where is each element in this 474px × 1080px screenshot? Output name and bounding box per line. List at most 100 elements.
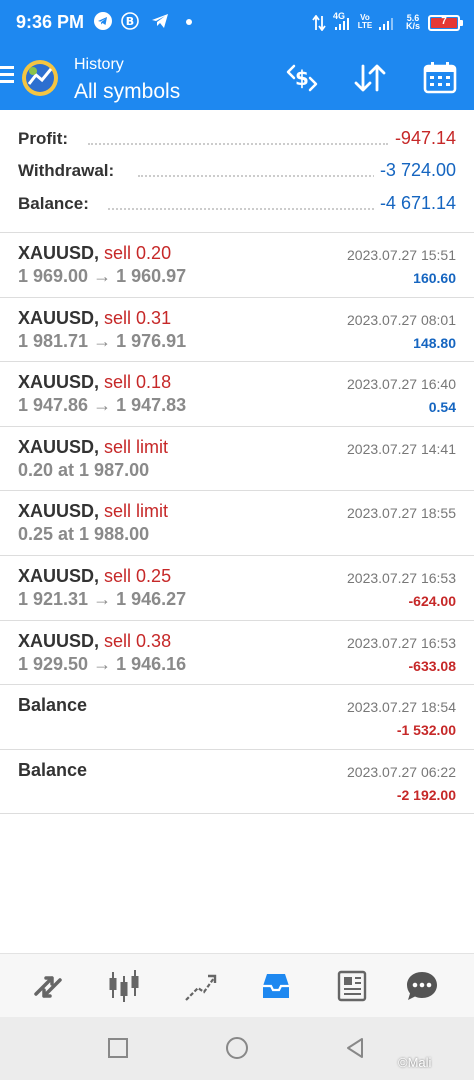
deal-row[interactable]: XAUUSD, sell 0.31 1 981.71 → 1 976.91 20… [0,298,474,363]
order-symbol: XAUUSD, [18,501,100,522]
status-time: 9:36 PM [16,12,85,32]
order-date: 2023.07.27 14:41 [347,440,456,457]
home-icon[interactable] [225,1036,249,1060]
system-navigation-bar: ©Mali [0,1017,474,1080]
deal-row[interactable]: XAUUSD, sell 0.25 1 921.31 → 1 946.27 20… [0,556,474,621]
withdrawal-label: Withdrawal: [18,161,121,181]
order-row[interactable]: XAUUSD, sell limit 0.25 at 1 988.00 2023… [0,491,474,556]
deal-prices: 1 947.86 → 1 947.83 [18,395,187,416]
deal-type: sell 0.20 [104,243,172,263]
recent-apps-icon[interactable] [107,1037,129,1059]
net-label-2: Vo LTE [357,13,373,30]
back-icon[interactable] [344,1037,366,1059]
order-symbol: XAUUSD, [18,436,100,457]
balance-operation-amount: -2 192.00 [396,786,456,803]
bottom-navigation [0,953,474,1017]
deal-row[interactable]: XAUUSD, sell 0.20 1 969.00 → 1 960.97 20… [0,233,474,298]
balance-operation-label: Balance [18,695,88,716]
currency-swap-icon[interactable]: $ [284,62,320,94]
profit-row: Profit: -947.14 [18,125,456,155]
notification-dot-icon [186,19,192,25]
battery-icon: 7 [428,15,463,31]
trade-icon[interactable] [182,968,218,1004]
deal-profit: 160.60 [413,270,456,286]
net-speed: 5.6 K/s [404,14,422,31]
deal-prices: 1 929.50 → 1 946.16 [18,653,187,674]
watermark: ©Mali [398,1055,432,1070]
order-row[interactable]: XAUUSD, sell limit 0.20 at 1 987.00 2023… [0,427,474,492]
deal-type: sell 0.18 [104,372,172,393]
balance-label: Balance: [18,194,95,214]
deal-profit: -633.08 [408,657,456,674]
signal-2-icon [379,18,393,30]
deal-date: 2023.07.27 15:51 [347,247,456,263]
balance-operation-date: 2023.07.27 18:54 [347,699,456,716]
deal-date: 2023.07.27 08:01 [347,311,456,328]
order-volume-price: 0.20 at 1 987.00 [18,459,150,480]
deal-prices: 1 981.71 → 1 976.91 [18,330,187,351]
history-list: XAUUSD, sell 0.20 1 969.00 → 1 960.97 20… [0,233,474,815]
menu-icon[interactable] [0,66,14,86]
order-type: sell limit [104,436,169,457]
balance-operation-date: 2023.07.27 06:22 [347,763,456,780]
app-header: History All symbols $ [0,44,474,110]
send-icon [152,14,168,28]
deal-symbol: XAUUSD, [18,565,100,586]
svg-text:$: $ [295,66,309,90]
balance-row: Balance: -4 671.14 [18,190,456,220]
history-icon[interactable] [258,968,294,1004]
deal-symbol: XAUUSD, [18,243,100,263]
summary-panel: Profit: -947.14 Withdrawal: -3 724.00 Ba… [0,110,474,233]
profit-value: -947.14 [388,128,456,149]
withdrawal-value: -3 724.00 [373,160,456,181]
deal-row[interactable]: XAUUSD, sell 0.18 1 947.86 → 1 947.83 20… [0,362,474,427]
deal-date: 2023.07.27 16:40 [347,376,456,393]
withdrawal-row: Withdrawal: -3 724.00 [18,157,456,187]
profit-label: Profit: [18,129,75,149]
battery-level: 7 [441,16,447,27]
sort-icon[interactable] [352,62,388,94]
deal-symbol: XAUUSD, [18,372,100,393]
deal-profit: 148.80 [413,334,456,351]
data-arrows-icon [312,15,326,31]
deal-title: XAUUSD, sell 0.38 [18,631,171,652]
status-bar: 9:36 PM B 4G Vo LTE 5.6 K/s 7 [0,0,474,44]
deal-row[interactable]: XAUUSD, sell 0.38 1 929.50 → 1 946.16 20… [0,621,474,686]
news-icon[interactable] [334,968,370,1004]
b-app-icon: B [121,12,139,30]
deal-profit: -624.00 [408,592,456,609]
deal-symbol: XAUUSD, [18,630,100,651]
chat-icon[interactable] [404,968,440,1004]
deal-title: XAUUSD, sell 0.20 [18,243,171,264]
order-date: 2023.07.27 18:55 [347,505,456,522]
balance-value: -4 671.14 [373,193,456,214]
deal-profit: 0.54 [428,399,456,416]
balance-operation-label: Balance [18,759,88,780]
signal-icon [335,18,349,30]
deal-date: 2023.07.27 16:53 [347,634,456,651]
net-speed-unit: K/s [405,21,420,31]
deal-type: sell 0.38 [104,630,172,651]
symbol-filter[interactable]: All symbols [74,80,180,104]
deal-type: sell 0.31 [104,307,172,328]
deal-prices: 1 969.00 → 1 960.97 [18,266,187,286]
telegram-icon [94,12,112,30]
deal-title: XAUUSD, sell 0.18 [18,372,171,393]
order-volume-price: 0.25 at 1 988.00 [18,524,150,545]
balance-operation-row[interactable]: Balance 2023.07.27 18:54 -1 532.00 [0,685,474,750]
deal-symbol: XAUUSD, [18,307,100,328]
deal-type: sell 0.25 [104,565,172,586]
quotes-icon[interactable] [30,968,66,1004]
calendar-icon[interactable] [422,62,458,94]
chart-icon[interactable] [106,968,142,1004]
order-type: sell limit [104,501,169,522]
balance-operation-amount: -1 532.00 [396,722,456,739]
app-logo [22,60,58,96]
deal-title: XAUUSD, sell 0.25 [18,566,171,587]
svg-text:B: B [126,15,134,28]
top-bar: 9:36 PM B 4G Vo LTE 5.6 K/s 7 History Al… [0,0,474,110]
order-title: XAUUSD, sell limit [18,437,168,458]
balance-operation-row[interactable]: Balance 2023.07.27 06:22 -2 192.00 [0,750,474,815]
deal-prices: 1 921.31 → 1 946.27 [18,588,187,609]
deal-date: 2023.07.27 16:53 [347,569,456,586]
